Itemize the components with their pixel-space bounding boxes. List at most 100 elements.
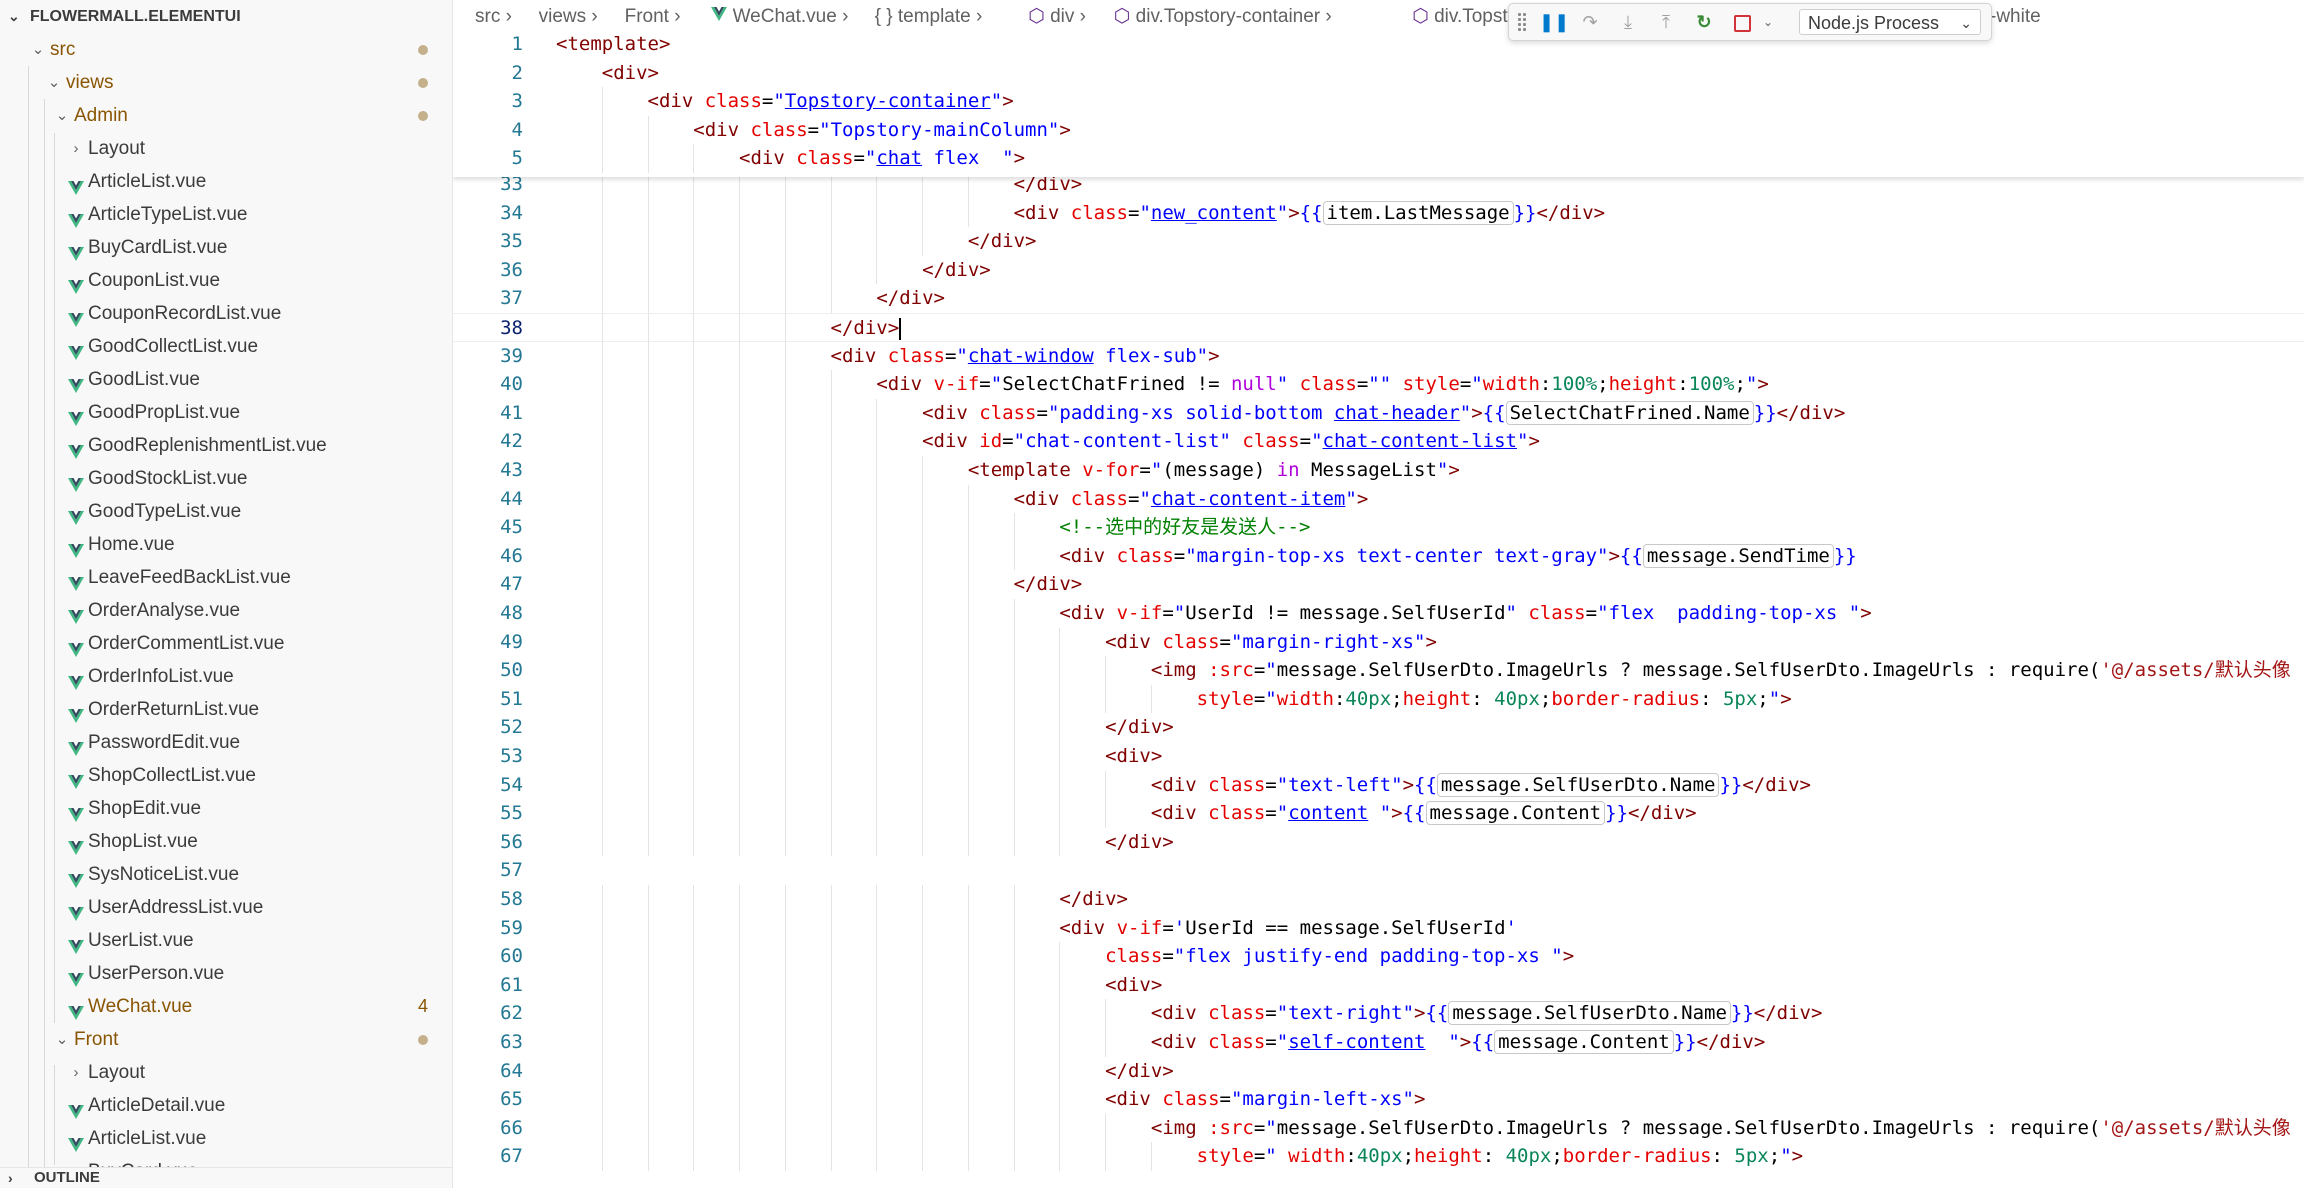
tree-item[interactable]: BuyCardList.vue — [0, 231, 452, 264]
tree-item[interactable]: ArticleTypeList.vue — [0, 198, 452, 231]
indent-guide — [830, 599, 832, 628]
code-line[interactable]: 36 </div> — [453, 255, 2304, 285]
tree-item[interactable]: ⌄ Front — [0, 1023, 452, 1056]
code-line[interactable]: 65 <div class="margin-left-xs"> — [453, 1085, 2304, 1114]
breadcrumb-item[interactable]: src › — [475, 0, 512, 34]
breadcrumb-item[interactable]: views › — [539, 0, 598, 34]
sticky-scroll-header[interactable]: 1 <template> 2 <div> 3 <div class="Topstory-c… — [453, 34, 2304, 177]
code-line[interactable]: 51 style="width:40px;height: 40px;border-… — [453, 684, 2304, 714]
code-line[interactable]: 50 <img :src="message.SelfUserDto.ImageUr… — [453, 656, 2304, 685]
code-line[interactable]: 55 <div class="content ">{{message.Conten… — [453, 799, 2304, 828]
tree-item[interactable]: SysNoticeList.vue — [0, 858, 452, 891]
code-line[interactable]: 57 — [453, 856, 2304, 885]
tree-item[interactable]: GoodTypeList.vue — [0, 495, 452, 528]
code-area[interactable]: 1 <template> 2 <div> 3 <div class="Topstory-c… — [453, 34, 2304, 1188]
code-line[interactable]: 39 <div class="chat-window flex-sub"> — [453, 341, 2304, 371]
code-line[interactable]: 64 </div> — [453, 1056, 2304, 1086]
tree-item[interactable]: UserAddressList.vue — [0, 891, 452, 924]
code-line[interactable]: 58 </div> — [453, 885, 2304, 914]
code-line[interactable]: 43 <template v-for="(message) in MessageL… — [453, 456, 2304, 485]
tree-item[interactable]: ⌄ src — [0, 33, 452, 66]
step-into-icon[interactable]: ⤓ — [1615, 9, 1641, 35]
code-line[interactable]: 63 <div class="self-content ">{{message.C… — [453, 1028, 2304, 1057]
breadcrumb-item[interactable]: ⬡ div.Topstory-container › — [1114, 0, 1332, 34]
tree-item-label: PasswordEdit.vue — [88, 732, 241, 753]
indent-guide — [830, 827, 832, 857]
tree-item[interactable]: WeChat.vue 4 — [0, 990, 452, 1023]
code-line[interactable]: 40 <div v-if="SelectChatFrined != null" c… — [453, 370, 2304, 399]
code-line[interactable]: 1 <template> — [453, 34, 2304, 59]
tree-item[interactable]: GoodList.vue — [0, 363, 452, 396]
code-token: item.LastMessage — [1322, 200, 1514, 225]
code-line[interactable]: 52 </div> — [453, 713, 2304, 742]
outline-section[interactable]: › OUTLINE — [0, 1167, 452, 1188]
tree-item[interactable]: ⌄ Admin — [0, 99, 452, 132]
code-token: = — [1253, 687, 1266, 710]
tree-item[interactable]: ShopCollectList.vue — [0, 759, 452, 792]
tree-item[interactable]: CouponRecordList.vue — [0, 297, 452, 330]
tree-item[interactable]: OrderInfoList.vue — [0, 660, 452, 693]
code-line[interactable]: 2 <div> — [453, 59, 2304, 88]
code-line[interactable]: 5 <div class="chat flex "> — [453, 144, 2304, 173]
code-line[interactable]: 56 </div> — [453, 827, 2304, 857]
code-line[interactable]: 35 </div> — [453, 227, 2304, 256]
tree-item[interactable]: Home.vue — [0, 528, 452, 561]
tree-item[interactable]: OrderReturnList.vue — [0, 693, 452, 726]
tree-item[interactable]: GoodCollectList.vue — [0, 330, 452, 363]
tree-item[interactable]: OrderAnalyse.vue — [0, 594, 452, 627]
explorer-header[interactable]: ⌄ FLOWERMALL.ELEMENTUI — [0, 0, 452, 33]
tree-item[interactable]: GoodStockList.vue — [0, 462, 452, 495]
tree-item[interactable]: LeaveFeedBackList.vue — [0, 561, 452, 594]
tree-item[interactable]: UserPerson.vue — [0, 957, 452, 990]
code-line[interactable]: 53 <div> — [453, 742, 2304, 771]
breadcrumb-item[interactable]: WeChat.vue › — [710, 0, 848, 34]
code-line[interactable]: 42 <div id="chat-content-list" class="cha… — [453, 427, 2304, 456]
breadcrumb-item[interactable]: Front › — [625, 0, 681, 34]
tree-item[interactable]: ShopEdit.vue — [0, 792, 452, 825]
code-line[interactable]: 47 </div> — [453, 570, 2304, 599]
tree-item[interactable]: ArticleList.vue — [0, 1122, 452, 1155]
code-line[interactable]: 34 <div class="new_content">{{item.LastMe… — [453, 198, 2304, 228]
breadcrumb-item[interactable]: { } template › — [875, 0, 983, 34]
tree-item[interactable]: GoodPropList.vue — [0, 396, 452, 429]
tree-item[interactable]: UserList.vue — [0, 924, 452, 957]
code-line[interactable]: 60 class="flex justify-end padding-top-xs… — [453, 942, 2304, 971]
code-line[interactable]: 67 style=" width:40px;height: 40px;border… — [453, 1142, 2304, 1171]
tree-item[interactable]: GoodReplenishmentList.vue — [0, 429, 452, 462]
code-line[interactable]: 4 <div class="Topstory-mainColumn"> — [453, 115, 2304, 145]
pause-icon[interactable]: ❚❚ — [1539, 9, 1569, 35]
code-line[interactable]: 44 <div class="chat-content-item"> — [453, 484, 2304, 514]
restart-icon[interactable]: ↻ — [1691, 9, 1717, 35]
code-line[interactable]: 45 <!--选中的好友是发送人--> — [453, 513, 2304, 542]
code-line[interactable]: 38 </div> — [453, 313, 2304, 343]
code-editor[interactable]: src › views › Front › WeChat.vue › { } t… — [453, 0, 2304, 1188]
stop-icon[interactable] — [1729, 9, 1755, 35]
tree-item[interactable]: ArticleDetail.vue — [0, 1089, 452, 1122]
code-line[interactable]: 62 <div class="text-right">{{message.Self… — [453, 999, 2304, 1028]
tree-item[interactable]: ArticleList.vue — [0, 165, 452, 198]
chevron-down-icon[interactable]: ⌄ — [1755, 9, 1781, 35]
code-token: <div — [1150, 1031, 1209, 1053]
code-line[interactable]: 66 <img :src="message.SelfUserDto.ImageUr… — [453, 1113, 2304, 1143]
code-line[interactable]: 48 <div v-if="UserId != message.SelfUserI… — [453, 599, 2304, 628]
step-out-icon[interactable]: ⤒ — [1653, 9, 1679, 35]
process-select[interactable]: Node.js Process ⌄ — [1799, 9, 1981, 35]
tree-item[interactable]: › Layout — [0, 132, 452, 165]
code-line[interactable]: 46 <div class="margin-top-xs text-center … — [453, 541, 2304, 571]
tree-item[interactable]: OrderCommentList.vue — [0, 627, 452, 660]
code-line[interactable]: 3 <div class="Topstory-container"> — [453, 87, 2304, 116]
code-line[interactable]: 54 <div class="text-left">{{message.SelfU… — [453, 770, 2304, 800]
tree-item[interactable]: ⌄ views — [0, 66, 452, 99]
tree-item[interactable]: › Layout — [0, 1056, 452, 1089]
tree-item[interactable]: CouponList.vue — [0, 264, 452, 297]
code-line[interactable]: 37 </div> — [453, 284, 2304, 313]
code-line[interactable]: 49 <div class="margin-right-xs"> — [453, 627, 2304, 657]
tree-item[interactable]: ShopList.vue — [0, 825, 452, 858]
drag-grip-icon[interactable] — [1517, 12, 1527, 32]
code-line[interactable]: 61 <div> — [453, 970, 2304, 1000]
code-line[interactable]: 59 <div v-if='UserId == message.SelfUserI… — [453, 913, 2304, 943]
tree-item[interactable]: PasswordEdit.vue — [0, 726, 452, 759]
breadcrumb-item[interactable]: ⬡ div › — [1028, 0, 1086, 34]
code-line[interactable]: 41 <div class="padding-xs solid-bottom ch… — [453, 398, 2304, 428]
step-over-icon[interactable]: ↷ — [1577, 9, 1603, 35]
